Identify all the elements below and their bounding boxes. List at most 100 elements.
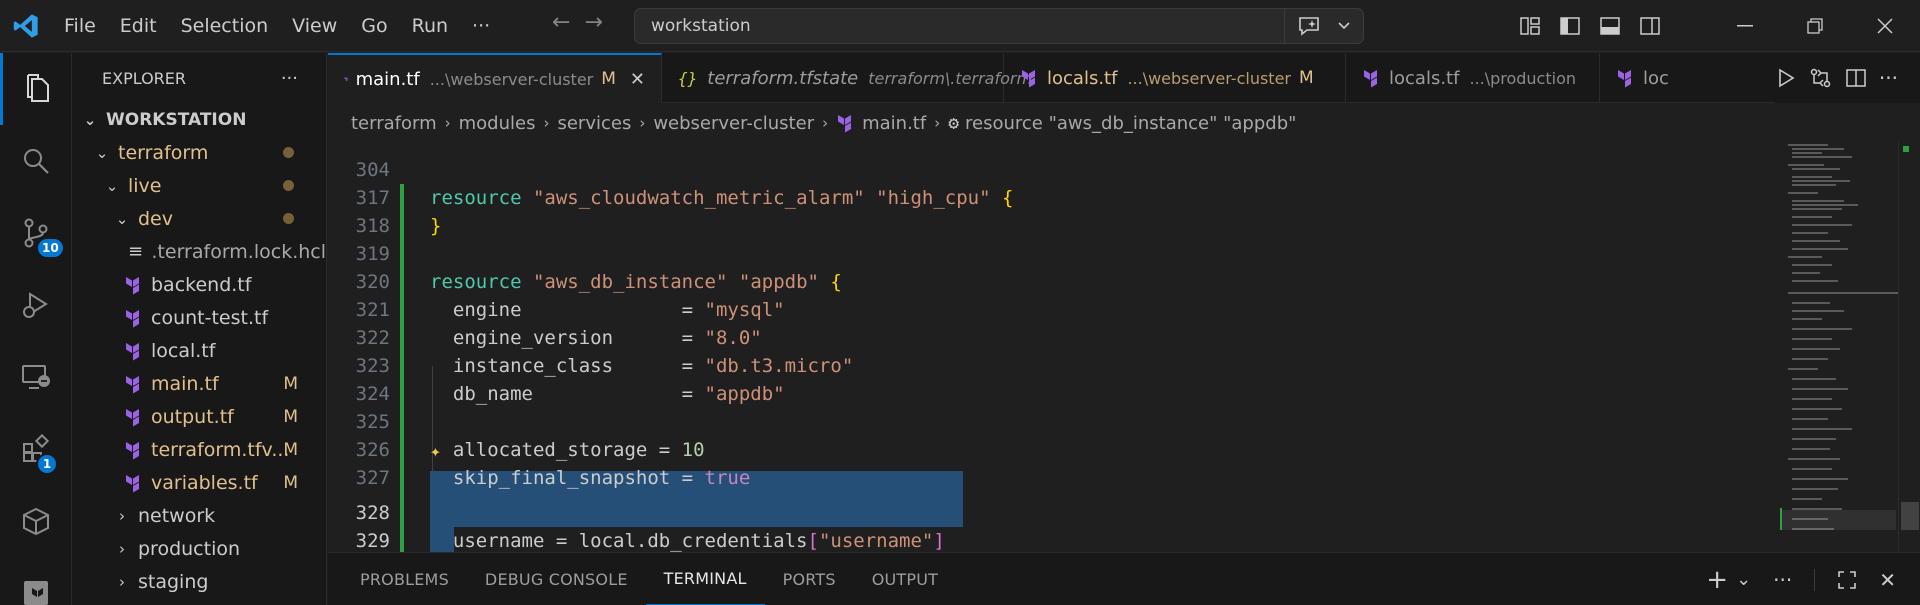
minimize-button[interactable] — [1710, 0, 1780, 52]
tree-folder-terraform[interactable]: ⌄ terraform — [72, 136, 326, 169]
explorer-more-icon[interactable]: ··· — [281, 68, 298, 89]
package-icon[interactable] — [0, 485, 72, 557]
vscode-logo-icon[interactable] — [0, 0, 52, 52]
tree-file-main[interactable]: main.tf M — [72, 367, 326, 400]
scrollbar-thumb[interactable] — [1901, 502, 1919, 530]
close-window-button[interactable] — [1850, 0, 1920, 52]
breadcrumb-item[interactable]: services — [557, 113, 631, 134]
tab-main-tf[interactable]: main.tf ...\webserver-cluster M ✕ — [328, 53, 662, 103]
chevron-down-icon: ⌄ — [115, 209, 129, 228]
editor-scrollbar[interactable] — [1898, 142, 1920, 552]
explorer-icon[interactable] — [0, 53, 72, 125]
menu-more[interactable]: ··· — [460, 0, 502, 52]
back-arrow-icon[interactable]: ← — [552, 10, 570, 35]
breadcrumb-item[interactable]: resource "aws_db_instance" "appdb" — [965, 113, 1296, 134]
minimap[interactable] — [1778, 142, 1898, 552]
menu-file[interactable]: File — [52, 0, 108, 52]
panel-more-icon[interactable]: ··· — [1773, 568, 1792, 592]
tree-folder-production[interactable]: › production — [72, 532, 326, 565]
tab-label: loc — [1643, 67, 1669, 89]
tab-loc-truncated[interactable]: loc — [1600, 53, 1685, 103]
toggle-primary-sidebar-icon[interactable] — [1550, 0, 1590, 52]
terraform-icon[interactable] — [0, 557, 72, 605]
json-file-icon: {} — [678, 68, 698, 88]
terraform-file-icon — [838, 115, 852, 133]
extensions-icon[interactable]: 1 — [0, 413, 72, 485]
command-center-text: workstation — [651, 16, 751, 36]
tab-locals-webserver[interactable]: locals.tf ...\webserver-cluster M — [1004, 53, 1346, 103]
code-line: 329 password = local.db_credentials["pas… — [328, 499, 1778, 552]
code-line: 319 resource "aws_db_instance" "appdb" { — [328, 212, 1778, 293]
tree-folder-dev[interactable]: ⌄ dev — [72, 202, 326, 235]
file-lines-icon: ≡ — [128, 241, 144, 262]
copilot-sparkle-icon[interactable]: ✦ — [430, 438, 441, 466]
new-terminal-icon[interactable]: + — [1706, 565, 1728, 595]
terminal-dropdown-icon[interactable]: ⌄ — [1736, 569, 1751, 590]
menu-edit[interactable]: Edit — [108, 0, 169, 52]
code-line: 321 engine_version = "8.0" — [328, 268, 1778, 349]
menu-run[interactable]: Run — [400, 0, 460, 52]
explorer-header: EXPLORER ··· — [72, 53, 326, 103]
copilot-chat-icon[interactable] — [1297, 15, 1321, 37]
minimap-preview — [1780, 144, 1898, 530]
toggle-panel-icon[interactable] — [1590, 0, 1630, 52]
close-tab-icon[interactable]: ✕ — [630, 69, 645, 90]
chevron-right-icon: › — [639, 114, 646, 132]
menu-go[interactable]: Go — [349, 0, 399, 52]
close-panel-icon[interactable]: ✕ — [1879, 568, 1896, 592]
tree-file-backend[interactable]: backend.tf — [72, 268, 326, 301]
tab-label: main.tf — [355, 68, 420, 90]
maximize-panel-icon[interactable] — [1837, 570, 1857, 590]
workspace-root[interactable]: ⌄ WORKSTATION — [72, 103, 326, 136]
tree-file-tfvars[interactable]: terraform.tfv... M — [72, 433, 326, 466]
tab-ports[interactable]: PORTS — [765, 553, 854, 605]
menu-view[interactable]: View — [280, 0, 349, 52]
tab-problems[interactable]: PROBLEMS — [342, 553, 467, 605]
tree-file-output[interactable]: output.tf M — [72, 400, 326, 433]
menu-selection[interactable]: Selection — [169, 0, 281, 52]
tab-label: locals.tf — [1047, 67, 1118, 89]
tree-file-count-test[interactable]: count-test.tf — [72, 301, 326, 334]
run-icon[interactable] — [1775, 67, 1797, 89]
customize-layout-icon[interactable] — [1510, 0, 1550, 52]
tab-locals-production[interactable]: locals.tf ...\production — [1346, 53, 1600, 103]
toggle-secondary-sidebar-icon[interactable] — [1630, 0, 1670, 52]
breadcrumb-item[interactable]: modules — [459, 113, 536, 134]
breadcrumb-item[interactable]: terraform — [351, 113, 437, 134]
run-debug-icon[interactable] — [0, 269, 72, 341]
chevron-down-icon[interactable] — [1337, 21, 1351, 31]
tree-folder-label: live — [128, 174, 162, 197]
search-icon[interactable] — [0, 125, 72, 197]
remote-explorer-icon[interactable] — [0, 341, 72, 413]
source-control-icon[interactable]: 10 — [0, 197, 72, 269]
split-editor-icon[interactable] — [1845, 67, 1867, 89]
tree-folder-staging[interactable]: › staging — [72, 565, 326, 598]
tab-modified-badge: M — [601, 69, 616, 89]
terraform-file-icon — [1364, 70, 1377, 88]
breadcrumb-item[interactable]: webserver-cluster — [653, 113, 814, 134]
terraform-file-icon — [126, 276, 139, 294]
compare-changes-icon[interactable] — [1809, 67, 1833, 89]
tab-output[interactable]: OUTPUT — [854, 553, 956, 605]
tree-folder-live[interactable]: ⌄ live — [72, 169, 326, 202]
tab-debug-console[interactable]: DEBUG CONSOLE — [467, 553, 646, 605]
tree-file-variables[interactable]: variables.tf M — [72, 466, 326, 499]
chevron-right-icon: › — [119, 572, 125, 591]
tree-folder-network[interactable]: › network — [72, 499, 326, 532]
more-actions-icon[interactable]: ··· — [1879, 66, 1898, 90]
tree-file-lock[interactable]: ≡ .terraform.lock.hcl — [72, 235, 326, 268]
tree-file-local[interactable]: local.tf — [72, 334, 326, 367]
tab-terminal[interactable]: TERMINAL — [645, 553, 765, 605]
tab-terraform-tfstate[interactable]: {} terraform.tfstate terraform\.terrafor… — [662, 53, 1032, 103]
tab-label: terraform.tfstate — [707, 67, 859, 89]
git-status-badge: M — [283, 439, 298, 460]
breadcrumb-item[interactable]: main.tf — [862, 113, 926, 134]
panel-actions: + ⌄ ··· ✕ — [1706, 553, 1920, 605]
terraform-file-icon — [1618, 70, 1631, 88]
forward-arrow-icon[interactable]: → — [584, 10, 602, 35]
command-center[interactable]: workstation — [634, 8, 1364, 44]
code-editor[interactable]: 304 resource "aws_cloudwatch_metric_alar… — [328, 142, 1778, 552]
editor-tabs: main.tf ...\webserver-cluster M ✕ {} ter… — [328, 53, 1920, 103]
terraform-file-icon — [344, 77, 348, 82]
restore-button[interactable] — [1780, 0, 1850, 52]
